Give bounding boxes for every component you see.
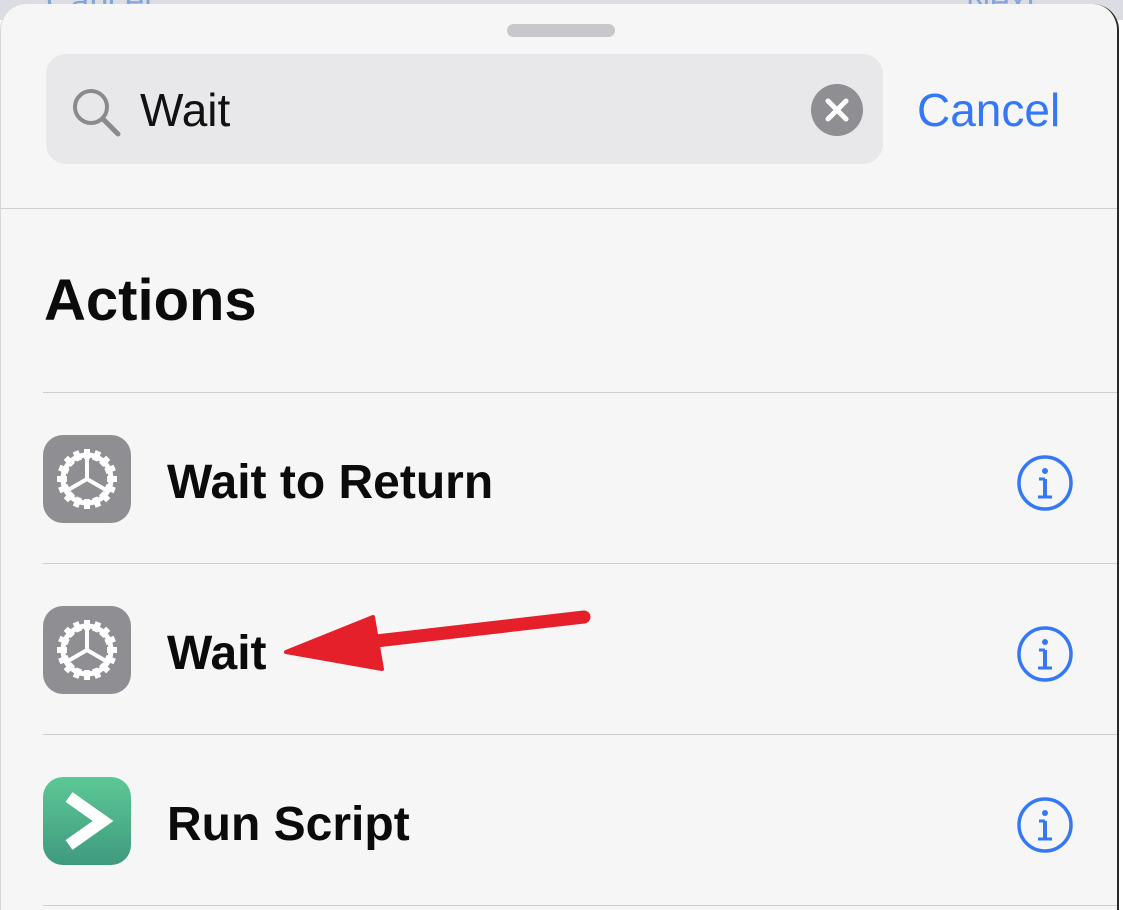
run-script-icon — [43, 777, 131, 865]
action-row-wait[interactable]: Wait — [1, 564, 1117, 734]
action-label: Wait to Return — [167, 456, 494, 509]
search-icon — [73, 89, 121, 137]
action-search-sheet: Wait Cancel Actions Wait to Return Wait … — [0, 4, 1119, 910]
action-row-wait-to-return[interactable]: Wait to Return — [1, 393, 1117, 563]
row-divider — [43, 905, 1117, 906]
section-title: Actions — [44, 268, 257, 333]
close-icon — [825, 98, 849, 122]
gear-icon — [43, 435, 131, 523]
search-input[interactable]: Wait — [140, 82, 230, 138]
info-icon[interactable] — [1015, 795, 1075, 855]
info-icon[interactable] — [1015, 453, 1075, 513]
action-label: Run Script — [167, 798, 410, 851]
header-divider — [1, 208, 1117, 209]
action-label: Wait — [167, 627, 267, 680]
search-field[interactable]: Wait — [46, 54, 883, 164]
gear-icon — [43, 606, 131, 694]
action-row-run-script[interactable]: Run Script — [1, 735, 1117, 905]
clear-search-button[interactable] — [811, 84, 863, 136]
info-icon[interactable] — [1015, 624, 1075, 684]
cancel-button[interactable]: Cancel — [917, 82, 1060, 138]
sheet-grabber[interactable] — [507, 24, 615, 37]
